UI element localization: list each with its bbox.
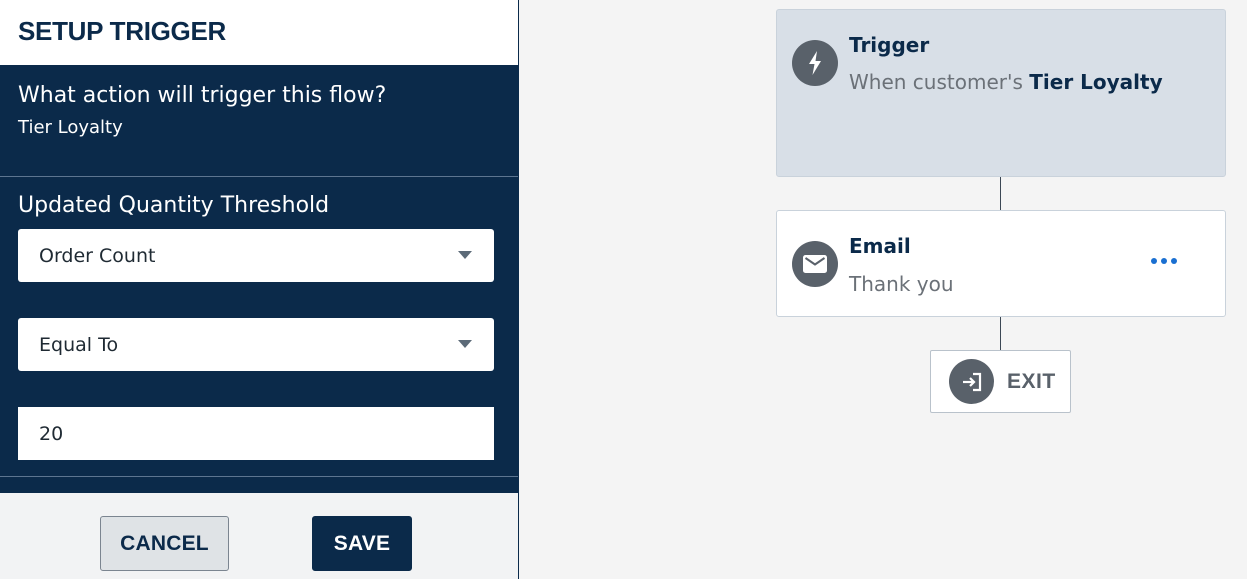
setup-trigger-panel: SETUP TRIGGER What action will trigger t… xyxy=(0,0,518,579)
trigger-action-label: What action will trigger this flow? xyxy=(18,83,387,108)
metric-select-value: Order Count xyxy=(39,244,156,267)
trigger-node-title: Trigger xyxy=(849,33,930,57)
exit-label: EXIT xyxy=(1007,369,1056,393)
exit-icon xyxy=(949,359,994,404)
panel-footer: CANCEL SAVE xyxy=(0,493,518,579)
flow-canvas: Trigger When customer's Tier Loyalty Ema… xyxy=(519,0,1247,579)
threshold-label: Updated Quantity Threshold xyxy=(18,193,330,218)
trigger-description-prefix: When customer's xyxy=(849,70,1030,94)
trigger-action-section: What action will trigger this flow? Tier… xyxy=(0,65,518,177)
threshold-section: Updated Quantity Threshold Order Count E… xyxy=(0,177,518,477)
cancel-button[interactable]: CANCEL xyxy=(100,516,229,571)
connector-line xyxy=(1000,317,1001,350)
save-button[interactable]: SAVE xyxy=(312,516,412,571)
metric-select[interactable]: Order Count xyxy=(18,229,494,282)
operator-select[interactable]: Equal To xyxy=(18,318,494,371)
trigger-node-description: When customer's Tier Loyalty xyxy=(849,70,1163,94)
more-horizontal-icon[interactable] xyxy=(1147,254,1181,268)
email-node-subtitle: Thank you xyxy=(849,272,954,296)
lightning-icon xyxy=(792,40,838,86)
trigger-node[interactable]: Trigger When customer's Tier Loyalty xyxy=(776,9,1226,177)
email-node-title: Email xyxy=(849,234,911,258)
threshold-value-input[interactable] xyxy=(18,407,494,460)
chevron-down-icon xyxy=(458,251,472,259)
connector-line xyxy=(1000,177,1001,210)
panel-header: SETUP TRIGGER xyxy=(0,0,518,65)
trigger-config-section: What action will trigger this flow? Tier… xyxy=(0,65,518,493)
panel-title: SETUP TRIGGER xyxy=(18,16,226,46)
trigger-description-highlight: Tier Loyalty xyxy=(1029,70,1163,94)
trigger-action-value: Tier Loyalty xyxy=(18,117,123,138)
chevron-down-icon xyxy=(458,340,472,348)
email-node[interactable]: Email Thank you xyxy=(776,210,1226,317)
operator-select-value: Equal To xyxy=(39,333,119,356)
envelope-icon xyxy=(792,241,838,287)
exit-node[interactable]: EXIT xyxy=(930,350,1071,413)
